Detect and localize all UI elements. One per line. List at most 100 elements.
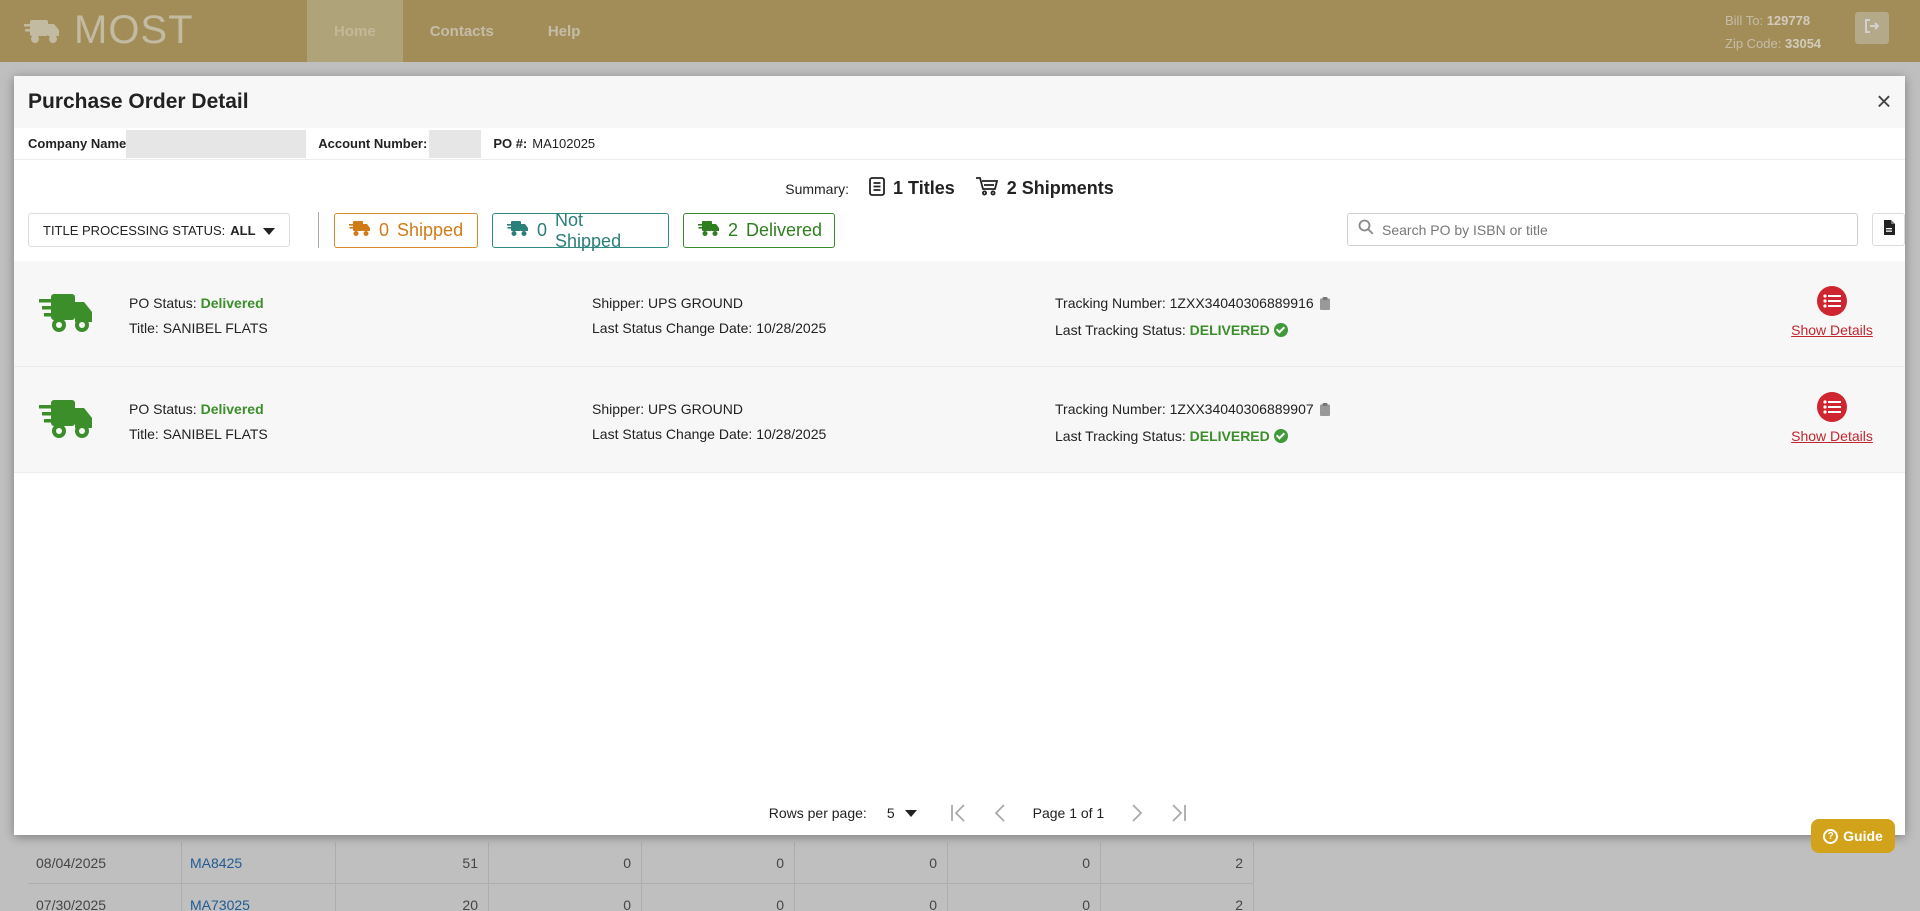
- not-shipped-filter-button[interactable]: 0 Not Shipped: [492, 210, 669, 251]
- show-details-link[interactable]: Show Details: [1791, 428, 1873, 444]
- company-name-label: Company Name: [28, 136, 127, 151]
- search-box: [1347, 213, 1858, 246]
- divider: [318, 212, 319, 248]
- list-icon: [1817, 392, 1847, 422]
- prev-page-icon[interactable]: [987, 800, 1013, 826]
- summary-label: Summary:: [785, 180, 850, 197]
- shipped-count: 0: [379, 220, 390, 240]
- next-page-icon[interactable]: [1124, 800, 1150, 826]
- po-number-label: PO #:: [493, 136, 528, 151]
- shipper-column: Shipper: UPS GROUND Last Status Change D…: [592, 397, 826, 447]
- shipped-filter-button[interactable]: 0 Shipped: [334, 213, 478, 248]
- delivery-truck-icon: [39, 292, 93, 337]
- truck-icon: [349, 220, 371, 242]
- list-icon: [1817, 286, 1847, 316]
- po-status-value: Delivered: [200, 295, 264, 311]
- po-info-column: PO Status: Delivered Title: SANIBEL FLAT…: [129, 291, 268, 341]
- tracking-column: Tracking Number: 1ZXX34040306889907 Last…: [1055, 397, 1330, 449]
- title-label: Title:: [129, 320, 159, 336]
- shipment-list: PO Status: Delivered Title: SANIBEL FLAT…: [14, 261, 1905, 473]
- shipper-value: UPS GROUND: [648, 401, 743, 417]
- delivered-label: Delivered: [746, 220, 823, 240]
- truck-icon: [507, 220, 529, 242]
- po-status-label: PO Status:: [129, 401, 197, 417]
- not-shipped-label: Not Shipped: [555, 209, 622, 251]
- clipboard-icon[interactable]: [1319, 293, 1330, 318]
- summary-bar: Summary: 1 Titles 2 Shipments: [14, 176, 1905, 201]
- title-value: SANIBEL FLATS: [162, 426, 268, 442]
- check-circle-icon: [1273, 323, 1288, 337]
- show-details-button[interactable]: Show Details: [1787, 286, 1877, 338]
- check-circle-icon: [1273, 429, 1288, 443]
- cart-icon: [975, 176, 999, 201]
- tracking-status-label: Last Tracking Status:: [1055, 322, 1186, 338]
- export-button[interactable]: [1872, 213, 1905, 246]
- tracking-status-value: DELIVERED: [1189, 322, 1270, 338]
- document-icon: [869, 176, 885, 201]
- purchase-order-modal: Purchase Order Detail × Company Name Acc…: [14, 76, 1905, 835]
- po-status-label: PO Status:: [129, 295, 197, 311]
- summary-titles-text: 1 Titles: [893, 178, 955, 198]
- truck-icon: [698, 220, 720, 242]
- tracking-status-label: Last Tracking Status:: [1055, 428, 1186, 444]
- first-page-icon[interactable]: [945, 800, 971, 826]
- guide-button[interactable]: ? Guide: [1811, 819, 1895, 853]
- tracking-status-value: DELIVERED: [1189, 428, 1270, 444]
- modal-title: Purchase Order Detail: [28, 90, 249, 113]
- summary-shipments-text: 2 Shipments: [1006, 178, 1114, 198]
- title-label: Title:: [129, 426, 159, 442]
- chevron-down-icon: [904, 809, 917, 817]
- guide-label: Guide: [1843, 828, 1883, 844]
- delivery-truck-icon: [39, 398, 93, 443]
- tracking-label: Tracking Number:: [1055, 295, 1166, 311]
- tracking-number: 1ZXX34040306889916: [1169, 295, 1314, 311]
- tracking-number: 1ZXX34040306889907: [1169, 401, 1314, 417]
- summary-shipments: 2 Shipments: [975, 176, 1114, 201]
- close-icon[interactable]: ×: [1871, 86, 1897, 116]
- page-info: Page 1 of 1: [1032, 805, 1105, 821]
- file-icon: [1883, 219, 1895, 240]
- shipped-label: Shipped: [397, 220, 464, 240]
- modal-header: Purchase Order Detail ×: [14, 76, 1905, 128]
- delivered-filter-button[interactable]: 2 Delivered: [683, 213, 835, 248]
- not-shipped-count: 0: [537, 220, 548, 240]
- chevron-down-icon: [263, 228, 275, 235]
- po-number-value: MA102025: [532, 136, 596, 151]
- last-change-label: Last Status Change Date:: [592, 426, 753, 442]
- status-dropdown-value: ALL: [230, 222, 256, 238]
- help-circle-icon: ?: [1823, 828, 1839, 844]
- filter-bar: TITLE PROCESSING STATUS: ALL 0 Shipped 0…: [28, 210, 1905, 251]
- title-value: SANIBEL FLATS: [162, 320, 268, 336]
- po-info-bar: Company Name Account Number: PO #: MA102…: [14, 128, 1905, 160]
- shipper-label: Shipper:: [592, 401, 645, 417]
- search-input[interactable]: [1382, 221, 1842, 238]
- clipboard-icon[interactable]: [1319, 399, 1330, 424]
- pagination: Rows per page: 5 Page 1 of 1: [14, 800, 1905, 826]
- shipper-label: Shipper:: [592, 295, 645, 311]
- rows-per-page-value: 5: [886, 805, 895, 821]
- last-change-value: 10/28/2025: [756, 320, 827, 336]
- rows-per-page-select[interactable]: 5: [887, 805, 917, 821]
- shipper-value: UPS GROUND: [648, 295, 743, 311]
- last-change-label: Last Status Change Date:: [592, 320, 753, 336]
- title-processing-status-dropdown[interactable]: TITLE PROCESSING STATUS: ALL: [28, 213, 290, 247]
- po-status-value: Delivered: [200, 401, 264, 417]
- list-item: PO Status: Delivered Title: SANIBEL FLAT…: [14, 367, 1905, 473]
- shipper-column: Shipper: UPS GROUND Last Status Change D…: [592, 291, 826, 341]
- summary-titles: 1 Titles: [869, 176, 955, 201]
- list-item: PO Status: Delivered Title: SANIBEL FLAT…: [14, 261, 1905, 367]
- last-page-icon[interactable]: [1166, 800, 1192, 826]
- tracking-column: Tracking Number: 1ZXX34040306889916 Last…: [1055, 291, 1330, 343]
- po-info-column: PO Status: Delivered Title: SANIBEL FLAT…: [129, 397, 268, 447]
- delivered-count: 2: [728, 220, 739, 240]
- rows-per-page-label: Rows per page:: [768, 805, 867, 821]
- account-number-label: Account Number:: [318, 136, 428, 151]
- show-details-link[interactable]: Show Details: [1791, 322, 1873, 338]
- status-dropdown-label: TITLE PROCESSING STATUS:: [43, 222, 226, 238]
- last-change-value: 10/28/2025: [756, 426, 827, 442]
- show-details-button[interactable]: Show Details: [1787, 392, 1877, 444]
- account-number-redacted: [429, 129, 482, 158]
- search-icon: [1358, 219, 1374, 240]
- tracking-label: Tracking Number:: [1055, 401, 1166, 417]
- company-name-redacted: [126, 129, 307, 158]
